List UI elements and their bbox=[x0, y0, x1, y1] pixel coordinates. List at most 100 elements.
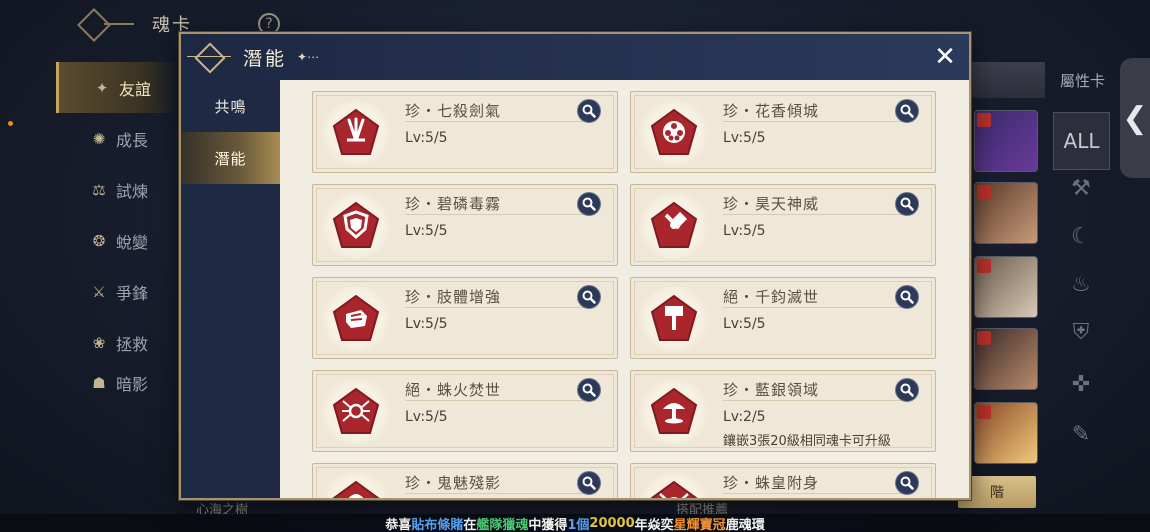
ticker-player: 貼布條賭 bbox=[411, 517, 464, 532]
close-button[interactable]: ✕ bbox=[931, 43, 959, 71]
nav-label: 蛻變 bbox=[116, 232, 149, 252]
card-level: Lv:5/5 bbox=[405, 409, 448, 425]
nav-item-growth[interactable]: ✺ 成長 bbox=[56, 113, 178, 164]
ticker-amount: 20000 bbox=[589, 515, 635, 531]
collapse-handle[interactable]: ❮ bbox=[1120, 58, 1150, 178]
swirl-icon: ❂ bbox=[92, 231, 106, 250]
card-level: Lv:2/5 bbox=[723, 409, 766, 425]
nav-item-friendship[interactable]: ✦ 友誼 bbox=[56, 62, 178, 113]
left-nav: ✦ 友誼 ✺ 成長 ⚖ 試煉 ❂ 蛻變 ⚔ 爭鋒 ❀ 拯救 ☗ 暗影 bbox=[56, 62, 178, 398]
magnifier-icon bbox=[900, 476, 914, 490]
nav-item-rescue[interactable]: ❀ 拯救 bbox=[56, 317, 178, 368]
spider-icon bbox=[332, 387, 380, 434]
flame-filter-icon[interactable]: ♨ bbox=[1068, 272, 1094, 298]
magnifier-icon bbox=[900, 290, 914, 304]
search-button[interactable] bbox=[895, 99, 919, 123]
right-tabs: 屬性卡 bbox=[970, 62, 1120, 98]
potential-card[interactable]: 珍・鬼魅殘影 bbox=[312, 463, 618, 498]
card-name: 絕・千鈞滅世 bbox=[723, 286, 913, 308]
card-level: Lv:5/5 bbox=[405, 130, 448, 146]
nav-label: 成長 bbox=[116, 130, 149, 150]
swords-icon bbox=[332, 108, 380, 155]
shield-icon bbox=[332, 201, 380, 248]
filter-all-button[interactable]: ALL bbox=[1053, 112, 1110, 170]
tab-soul-card[interactable] bbox=[970, 62, 1045, 98]
tab-attribute-card[interactable]: 屬性卡 bbox=[1045, 62, 1120, 98]
feather-filter-icon[interactable]: ✎ bbox=[1068, 422, 1094, 448]
nav-item-shadow[interactable]: ☗ 暗影 bbox=[56, 368, 178, 398]
search-button[interactable] bbox=[577, 99, 601, 123]
card-name: 珍・花香傾城 bbox=[723, 100, 913, 122]
search-button[interactable] bbox=[577, 192, 601, 216]
nav-item-trial[interactable]: ⚖ 試煉 bbox=[56, 164, 178, 215]
nav-label: 爭鋒 bbox=[116, 283, 149, 303]
dialog-sidebar: 共鳴 潛能 bbox=[181, 80, 288, 498]
spider-king-icon bbox=[650, 480, 698, 498]
card-upgrade-note: 鑲嵌3張20級相同魂卡可升級 bbox=[723, 434, 891, 449]
ticker-item: 星輝寶冠 bbox=[673, 517, 726, 532]
search-button[interactable] bbox=[895, 285, 919, 309]
potential-list[interactable]: 珍・七殺劍氣 Lv:5/5 珍・花香傾城 Lv:5/5 珍・碧磷毒霧 Lv:5/5 珍・昊天… bbox=[280, 80, 969, 498]
potential-dialog: 潛能 ✦⋯ ✕ 共鳴 潛能 珍・七殺劍氣 Lv:5/5 珍・花香傾城 Lv:5/5 珍・… bbox=[179, 32, 971, 500]
tab-resonance[interactable]: 共鳴 bbox=[181, 80, 280, 132]
lotus-icon: ❀ bbox=[92, 333, 106, 352]
magnifier-icon bbox=[582, 197, 596, 211]
sun-icon: ✺ bbox=[92, 129, 106, 148]
hammer-filter-icon[interactable]: ⚒ bbox=[1068, 176, 1094, 202]
potential-card[interactable]: 珍・七殺劍氣 Lv:5/5 bbox=[312, 91, 618, 173]
hammer-icon bbox=[650, 201, 698, 248]
emblem-icon bbox=[181, 34, 237, 80]
search-button[interactable] bbox=[577, 471, 601, 495]
star-icon: ✦ bbox=[95, 78, 109, 97]
sword-icon: ⚔ bbox=[92, 282, 106, 301]
card-thumbnail[interactable] bbox=[974, 256, 1038, 318]
cross-filter-icon[interactable]: ✜ bbox=[1068, 372, 1094, 398]
ghost-icon bbox=[332, 480, 380, 498]
emblem-icon bbox=[70, 9, 136, 39]
potential-card[interactable]: 珍・花香傾城 Lv:5/5 bbox=[630, 91, 936, 173]
ticker-text: 年焱奕 bbox=[634, 517, 674, 532]
card-name: 珍・鬼魅殘影 bbox=[405, 472, 595, 494]
card-name: 珍・碧磷毒霧 bbox=[405, 193, 595, 215]
search-button[interactable] bbox=[577, 378, 601, 402]
ticker-count: 1個 bbox=[567, 517, 590, 532]
potential-card[interactable]: 絕・蛛火焚世 Lv:5/5 bbox=[312, 370, 618, 452]
gem-frame bbox=[321, 286, 391, 352]
card-name: 珍・肢體增強 bbox=[405, 286, 595, 308]
flower-icon bbox=[650, 108, 698, 155]
notification-dot bbox=[8, 121, 13, 126]
tree-icon bbox=[650, 387, 698, 434]
potential-card[interactable]: 珍・肢體增強 Lv:5/5 bbox=[312, 277, 618, 359]
magnifier-icon bbox=[900, 383, 914, 397]
search-button[interactable] bbox=[895, 378, 919, 402]
ticker-text: 鹿魂環 bbox=[725, 517, 765, 532]
announcement-ticker: 恭喜 貼布條賭 在 艦隊獵魂 中獲得 1個 20000 年焱奕 星輝寶冠 鹿魂環 bbox=[0, 514, 1150, 532]
card-level: Lv:5/5 bbox=[723, 130, 766, 146]
ticker-text: 恭喜 bbox=[385, 517, 412, 532]
sparkle-icon: ✦⋯ bbox=[297, 50, 320, 64]
claw-filter-icon[interactable]: ☾ bbox=[1068, 224, 1094, 250]
potential-card[interactable]: 珍・碧磷毒霧 Lv:5/5 bbox=[312, 184, 618, 266]
potential-card[interactable]: 絕・千鈞滅世 Lv:5/5 bbox=[630, 277, 936, 359]
card-thumbnail[interactable] bbox=[974, 182, 1038, 244]
scales-icon: ⚖ bbox=[92, 180, 106, 199]
nav-item-contest[interactable]: ⚔ 爭鋒 bbox=[56, 266, 178, 317]
card-thumbnail[interactable] bbox=[974, 110, 1038, 172]
search-button[interactable] bbox=[895, 192, 919, 216]
search-button[interactable] bbox=[577, 285, 601, 309]
magnifier-icon bbox=[582, 383, 596, 397]
gem-frame bbox=[321, 100, 391, 166]
search-button[interactable] bbox=[895, 471, 919, 495]
potential-card[interactable]: 珍・藍銀領域 Lv:2/5 鑲嵌3張20級相同魂卡可升級 bbox=[630, 370, 936, 452]
nav-label: 友誼 bbox=[119, 79, 152, 99]
tab-potential[interactable]: 潛能 bbox=[181, 132, 288, 184]
gem-frame bbox=[639, 100, 709, 166]
magnifier-icon bbox=[582, 476, 596, 490]
great-hammer-icon bbox=[650, 294, 698, 341]
shield-filter-icon[interactable]: ⛨ bbox=[1068, 320, 1094, 346]
card-thumbnail[interactable] bbox=[974, 402, 1038, 464]
nav-item-transform[interactable]: ❂ 蛻變 bbox=[56, 215, 178, 266]
potential-card[interactable]: 珍・蛛皇附身 bbox=[630, 463, 936, 498]
card-thumbnail[interactable] bbox=[974, 328, 1038, 390]
potential-card[interactable]: 珍・昊天神威 Lv:5/5 bbox=[630, 184, 936, 266]
